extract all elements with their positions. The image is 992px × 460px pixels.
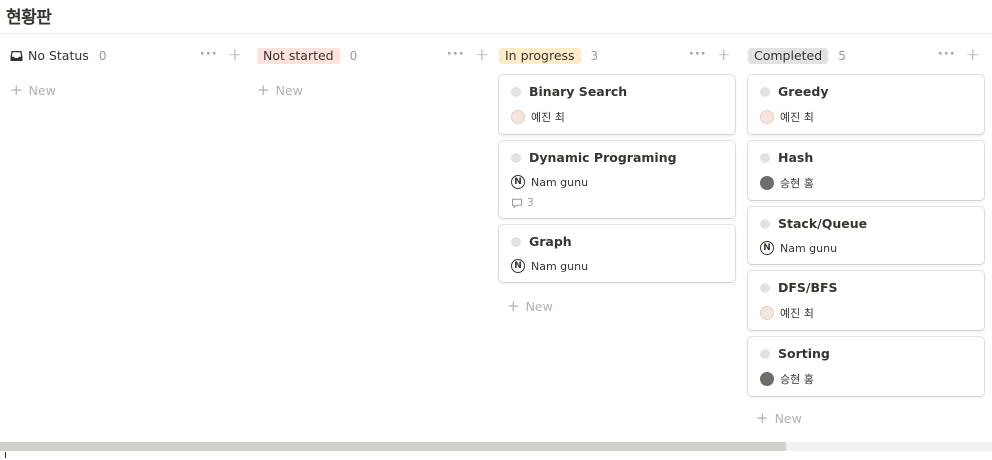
more-options-icon[interactable]: ··· <box>938 48 956 62</box>
status-dot-icon <box>760 218 770 229</box>
column-label: No Status <box>28 48 89 63</box>
column-in-progress: In progress 3 ··· + Binary Search 예진 최 D… <box>499 44 735 316</box>
column-no-status: No Status 0 ··· + + New <box>10 44 246 100</box>
status-dot-icon <box>760 152 770 163</box>
card-graph[interactable]: Graph N Nam gunu <box>499 225 735 282</box>
column-header: In progress 3 ··· + <box>499 44 735 68</box>
scrollbar-thumb[interactable] <box>0 442 786 451</box>
column-count: 3 <box>590 49 599 63</box>
person-name: 승현 홍 <box>780 177 814 190</box>
card-greedy[interactable]: Greedy 예진 최 <box>748 75 984 134</box>
plus-icon: + <box>10 80 23 99</box>
card-title: Dynamic Programing <box>529 150 677 165</box>
column-count: 5 <box>838 49 846 63</box>
add-card-icon[interactable]: + <box>717 46 731 64</box>
person-name: Nam gunu <box>531 175 589 189</box>
avatar <box>760 110 774 124</box>
column-count: 0 <box>98 49 107 63</box>
status-dot-icon <box>760 86 770 97</box>
new-label: New <box>774 410 802 426</box>
status-tag-in-progress[interactable]: In progress <box>499 48 581 64</box>
more-options-icon[interactable]: ··· <box>689 48 707 62</box>
text-cursor <box>5 452 6 458</box>
card-dynamic-programing[interactable]: Dynamic Programing N Nam gunu 3 <box>499 141 735 218</box>
avatar: N <box>760 241 774 255</box>
new-card-button[interactable]: + New <box>257 80 493 100</box>
add-card-icon[interactable]: + <box>966 46 980 64</box>
comment-count: 3 <box>527 197 534 209</box>
plus-icon: + <box>257 80 270 99</box>
more-options-icon[interactable]: ··· <box>200 48 218 62</box>
column-header: No Status 0 ··· + <box>10 44 246 68</box>
card-title: Graph <box>529 234 572 249</box>
avatar <box>760 176 774 190</box>
status-dot-icon <box>760 282 770 293</box>
add-card-icon[interactable]: + <box>475 46 489 64</box>
person-name: Nam gunu <box>780 241 838 255</box>
new-label: New <box>275 82 303 98</box>
inbox-icon <box>10 51 23 61</box>
status-tag-completed[interactable]: Completed <box>748 48 829 64</box>
column-completed: Completed 5 ··· + Greedy 예진 최 Hash 승현 홍 … <box>748 44 984 428</box>
plus-icon: + <box>507 296 520 315</box>
person-name: Nam gunu <box>531 259 589 273</box>
card-title: DFS/BFS <box>778 280 838 295</box>
horizontal-scrollbar[interactable] <box>0 442 992 451</box>
person-name: 승현 홍 <box>780 373 814 386</box>
column-not-started: Not started 0 ··· + + New <box>257 44 493 100</box>
avatar: N <box>511 259 525 273</box>
column-count: 0 <box>349 49 358 63</box>
card-title: Greedy <box>778 84 829 99</box>
card-title: Binary Search <box>529 84 628 99</box>
status-dot-icon <box>511 152 521 163</box>
card-hash[interactable]: Hash 승현 홍 <box>748 141 984 200</box>
card-title: Hash <box>778 150 814 165</box>
new-label: New <box>525 298 553 314</box>
board-title: 현황판 <box>6 8 52 28</box>
person-name: 예진 최 <box>780 111 814 124</box>
column-header: Completed 5 ··· + <box>748 44 984 68</box>
person-name: 예진 최 <box>531 111 565 124</box>
comment-icon <box>512 198 522 209</box>
card-stack-queue[interactable]: Stack/Queue N Nam gunu <box>748 207 984 264</box>
avatar <box>511 110 525 124</box>
new-card-button[interactable]: + New <box>499 296 735 316</box>
column-header: Not started 0 ··· + <box>257 44 493 68</box>
plus-icon: + <box>756 408 769 427</box>
avatar <box>760 372 774 386</box>
person-name: 예진 최 <box>780 307 814 320</box>
title-divider <box>0 33 992 34</box>
card-dfs-bfs[interactable]: DFS/BFS 예진 최 <box>748 271 984 330</box>
new-card-button[interactable]: + New <box>10 80 246 100</box>
new-label: New <box>28 82 56 98</box>
status-dot-icon <box>760 348 770 359</box>
card-title: Sorting <box>778 346 830 361</box>
add-card-icon[interactable]: + <box>228 46 242 64</box>
card-sorting[interactable]: Sorting 승현 홍 <box>748 337 984 396</box>
status-dot-icon <box>511 236 521 247</box>
new-card-button[interactable]: + New <box>748 408 984 428</box>
status-tag-not-started[interactable]: Not started <box>257 48 340 64</box>
card-title: Stack/Queue <box>778 216 868 231</box>
card-binary-search[interactable]: Binary Search 예진 최 <box>499 75 735 134</box>
avatar: N <box>511 175 525 189</box>
avatar <box>760 306 774 320</box>
status-dot-icon <box>511 86 521 97</box>
more-options-icon[interactable]: ··· <box>447 48 465 62</box>
status-tag-no-status[interactable]: No Status <box>10 48 89 64</box>
